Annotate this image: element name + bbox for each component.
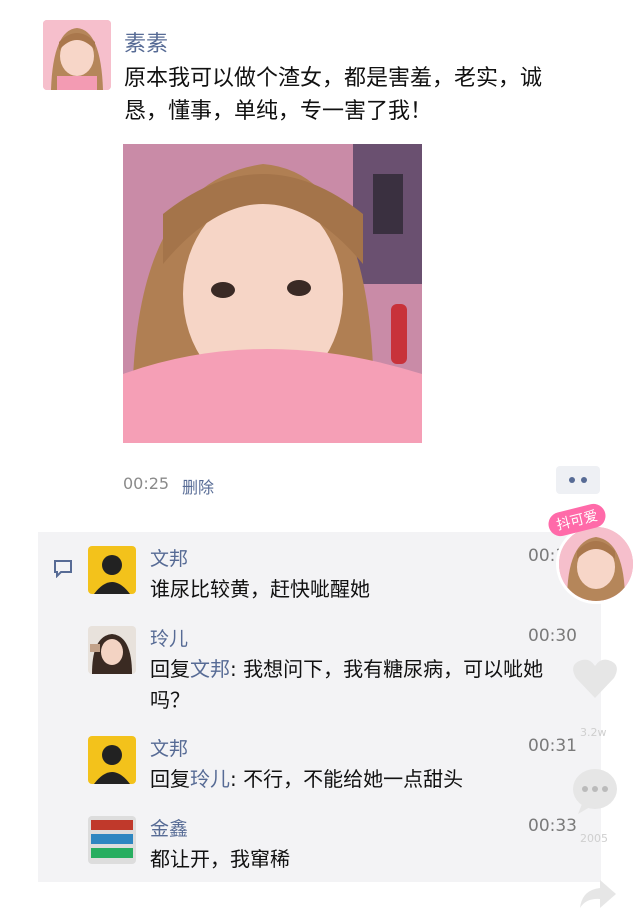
creator-avatar[interactable] [556, 524, 636, 604]
comment-panel: 文邦 00:31 谁尿比较黄，赶快呲醒她 玲儿 00:30 回复文邦: 我想问下… [38, 532, 601, 882]
comment-text[interactable]: 回复文邦: 我想问下，我有糖尿病，可以呲她吗？ [150, 654, 570, 716]
comment-bubble-icon[interactable] [570, 766, 620, 816]
author-avatar[interactable] [43, 20, 111, 90]
comment-icon [54, 560, 72, 578]
commenter-avatar[interactable] [88, 546, 136, 594]
commenter-avatar[interactable] [88, 736, 136, 784]
commenter-avatar[interactable] [88, 626, 136, 674]
comment-time: 00:33 [528, 816, 577, 836]
comment-body: 都让开，我窜稀 [150, 847, 290, 871]
comment-time: 00:30 [528, 626, 577, 646]
post-time: 00:25 [123, 474, 170, 493]
share-icon[interactable] [578, 876, 618, 912]
like-count: 3.2w [580, 726, 607, 739]
reply-to-name[interactable]: 玲儿 [190, 767, 230, 791]
heart-icon[interactable] [570, 656, 620, 702]
reply-to-name[interactable]: 文邦 [190, 657, 230, 681]
comment-time: 00:31 [528, 736, 577, 756]
comment-author[interactable]: 金鑫 [150, 814, 188, 841]
comment-text[interactable]: 回复玲儿: 不行，不能给她一点甜头 [150, 764, 570, 795]
reply-prefix: 回复 [150, 657, 190, 681]
author-name[interactable]: 素素 [124, 26, 168, 58]
comment-body: : 不行，不能给她一点甜头 [230, 767, 464, 791]
comment-text[interactable]: 谁尿比较黄，赶快呲醒她 [150, 574, 570, 605]
comment-count: 2005 [580, 832, 608, 845]
comment-author[interactable]: 文邦 [150, 734, 188, 761]
comment-author[interactable]: 玲儿 [150, 624, 188, 651]
comment-author[interactable]: 文邦 [150, 544, 188, 571]
dot-icon [581, 477, 587, 483]
post-text: 原本我可以做个渣女，都是害羞，老实，诚恳，懂事，单纯，专一害了我！ [124, 66, 543, 124]
comment-text[interactable]: 都让开，我窜稀 [150, 844, 570, 875]
post-photo[interactable] [123, 144, 422, 443]
delete-link[interactable]: 删除 [182, 474, 214, 498]
moments-post-screen: 素素 原本我可以做个渣女，都是害羞，老实，诚恳，懂事，单纯，专一害了我！ 00:… [0, 0, 640, 917]
more-actions-button[interactable] [556, 466, 600, 494]
reply-prefix: 回复 [150, 767, 190, 791]
comment-body: 谁尿比较黄，赶快呲醒她 [150, 577, 370, 601]
dot-icon [569, 477, 575, 483]
commenter-avatar[interactable] [88, 816, 136, 864]
